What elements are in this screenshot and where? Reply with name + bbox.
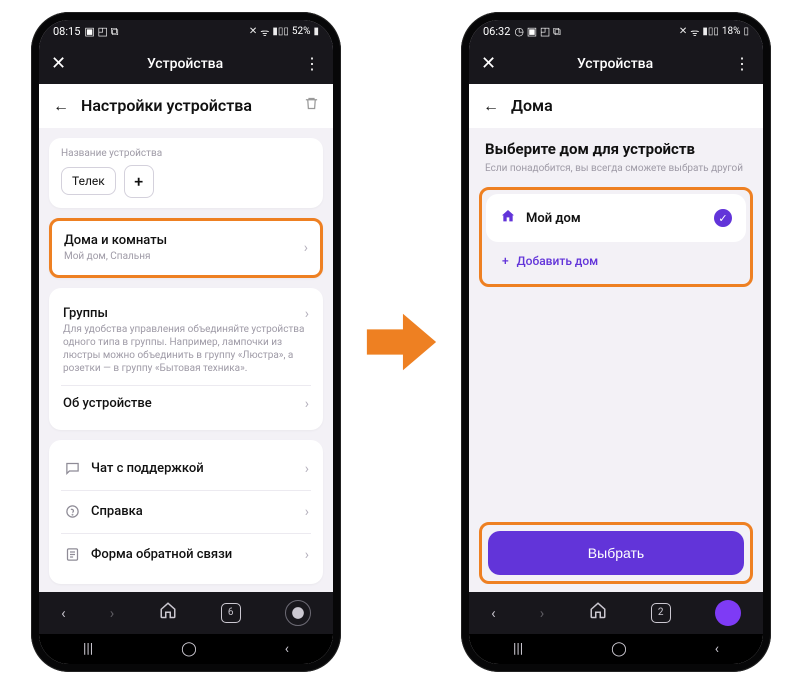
close-icon[interactable]: ✕ — [481, 53, 496, 74]
appbar-title: Устройства — [577, 56, 653, 72]
choose-home-title: Выберите дом для устройств — [485, 140, 747, 158]
add-home-label: Добавить дом — [517, 254, 598, 268]
transition-arrow — [361, 307, 441, 377]
mute-icon: ✕ — [679, 26, 687, 37]
signal-icon: ▮▯▯ — [702, 26, 719, 37]
chevron-right-icon: › — [304, 240, 308, 256]
nav-home-icon[interactable] — [589, 601, 607, 624]
status-bar: 08:15 ▣ ◰ ⧉ ✕ ᯤ ▮▯▯ 52% ▮ — [39, 20, 333, 44]
nav-home-icon[interactable] — [159, 601, 177, 624]
nav-back-icon[interactable]: ‹ — [61, 604, 66, 622]
mute-icon: ✕ — [249, 26, 257, 37]
choose-home-header: Выберите дом для устройств Если понадоби… — [469, 128, 763, 180]
sys-recent-icon[interactable]: ||| — [83, 641, 93, 657]
sys-recent-icon[interactable]: ||| — [513, 641, 523, 657]
nav-assistant-button[interactable] — [285, 600, 311, 626]
nav-forward-icon[interactable]: › — [540, 604, 545, 622]
chevron-right-icon: › — [305, 504, 309, 520]
select-button[interactable]: Выбрать — [488, 531, 744, 575]
page-title: Дома — [511, 96, 553, 115]
wifi-icon: ᯤ — [690, 25, 699, 39]
browser-nav: ‹ › 6 — [39, 592, 333, 634]
groups-subtitle: Для удобства управления объединяйте устр… — [63, 323, 305, 375]
left-phone: 08:15 ▣ ◰ ⧉ ✕ ᯤ ▮▯▯ 52% ▮ ✕ Устройства ⋮ — [31, 12, 341, 672]
right-phone: 06:32 ◷ ▣ ◰ ⧉ ✕ ᯤ ▮▯▯ 18% ▯ ✕ Устройства… — [461, 12, 771, 672]
sys-home-icon[interactable]: ◯ — [611, 641, 627, 657]
home-icon — [500, 208, 516, 228]
chevron-right-icon: › — [305, 306, 309, 322]
device-name-chip[interactable]: Телек — [61, 167, 116, 195]
homes-rooms-card[interactable]: Дома и комнаты Мой дом, Спальня › — [49, 218, 323, 278]
support-card: Чат с поддержкой › Справка — [49, 440, 323, 584]
status-bar: 06:32 ◷ ▣ ◰ ⧉ ✕ ᯤ ▮▯▯ 18% ▯ — [469, 20, 763, 44]
add-home-row[interactable]: + Добавить дом — [486, 242, 746, 280]
sys-back-icon[interactable]: ‹ — [285, 641, 289, 657]
sys-home-icon[interactable]: ◯ — [181, 641, 197, 657]
feedback-label: Форма обратной связи — [91, 547, 232, 562]
page-title: Настройки устройства — [81, 96, 252, 115]
plus-icon: + — [502, 254, 509, 268]
chat-support-row[interactable]: Чат с поддержкой › — [61, 450, 311, 488]
status-time: 08:15 — [53, 25, 80, 38]
device-name-card: Название устройства Телек + — [49, 138, 323, 208]
appbar-title: Устройства — [147, 56, 223, 72]
browser-nav: ‹ › 2 — [469, 592, 763, 634]
chat-support-label: Чат с поддержкой — [91, 461, 204, 476]
wifi-icon: ᯤ — [260, 25, 269, 39]
signal-icon: ▮▯▯ — [272, 26, 289, 37]
feedback-row[interactable]: Форма обратной связи › — [61, 536, 311, 574]
chevron-right-icon: › — [305, 547, 309, 563]
battery-icon: ▮ — [313, 26, 319, 37]
home-option-row[interactable]: Мой дом ✓ — [486, 194, 746, 242]
notif-icon: ▣ ◰ ⧉ — [84, 25, 118, 39]
selected-check-icon: ✓ — [714, 209, 732, 227]
nav-assistant-button[interactable] — [715, 600, 741, 626]
status-battery: 52% — [292, 26, 311, 37]
chat-icon — [63, 460, 81, 478]
about-title: Об устройстве — [63, 396, 152, 411]
homes-rooms-title: Дома и комнаты — [64, 233, 167, 248]
sys-back-icon[interactable]: ‹ — [715, 641, 719, 657]
more-icon[interactable]: ⋮ — [304, 54, 321, 73]
back-icon[interactable]: ← — [53, 96, 69, 116]
system-nav: ||| ◯ ‹ — [469, 634, 763, 664]
groups-about-card: Группы Для удобства управления объединяй… — [49, 288, 323, 430]
close-icon[interactable]: ✕ — [51, 53, 66, 74]
home-option-label: Мой дом — [526, 211, 581, 226]
nav-forward-icon[interactable]: › — [110, 604, 115, 622]
status-time: 06:32 — [483, 25, 510, 38]
system-nav: ||| ◯ ‹ — [39, 634, 333, 664]
battery-icon: ▯ — [743, 26, 749, 37]
nav-tabs-button[interactable]: 2 — [651, 603, 671, 623]
choose-home-subtitle: Если понадобится, вы всегда сможете выбр… — [485, 162, 747, 176]
nav-tabs-button[interactable]: 6 — [221, 603, 241, 623]
device-name-label: Название устройства — [61, 148, 311, 159]
app-bar: ✕ Устройства ⋮ — [39, 44, 333, 84]
homes-list-highlight: Мой дом ✓ + Добавить дом — [479, 187, 753, 287]
page-header: ← Дома — [469, 84, 763, 128]
groups-row[interactable]: Группы Для удобства управления объединяй… — [61, 298, 311, 383]
page-header: ← Настройки устройства — [39, 84, 333, 128]
trash-icon[interactable] — [304, 96, 319, 115]
app-bar: ✕ Устройства ⋮ — [469, 44, 763, 84]
chevron-right-icon: › — [305, 461, 309, 477]
confirm-button-highlight: Выбрать — [479, 522, 753, 584]
help-label: Справка — [91, 504, 143, 519]
more-icon[interactable]: ⋮ — [734, 54, 751, 73]
help-row[interactable]: Справка › — [61, 493, 311, 531]
homes-rooms-subtitle: Мой дом, Спальня — [64, 250, 167, 263]
back-icon[interactable]: ← — [483, 96, 499, 116]
help-icon — [63, 503, 81, 521]
status-battery: 18% — [722, 26, 741, 37]
notif-icon: ◷ ▣ ◰ ⧉ — [514, 25, 560, 39]
about-row[interactable]: Об устройстве › — [61, 388, 311, 420]
add-name-button[interactable]: + — [124, 165, 154, 198]
nav-back-icon[interactable]: ‹ — [491, 604, 496, 622]
chevron-right-icon: › — [305, 396, 309, 412]
groups-title: Группы — [63, 306, 305, 321]
form-icon — [63, 546, 81, 564]
